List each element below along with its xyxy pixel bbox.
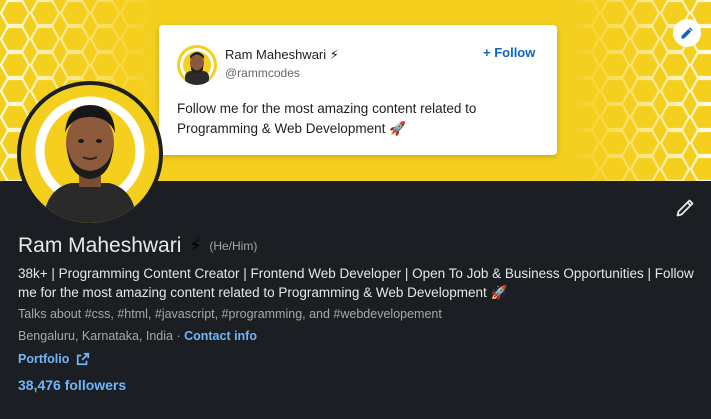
- talks-about: Talks about #css, #html, #javascript, #p…: [18, 307, 442, 321]
- banner-card: Ram Maheshwari ⚡ @rammcodes + Follow Fol…: [159, 25, 557, 155]
- contact-info-link[interactable]: Contact info: [184, 329, 257, 343]
- profile-headline: 38k+ | Programming Content Creator | Fro…: [18, 266, 694, 300]
- card-handle: @rammcodes: [225, 66, 300, 80]
- pencil-icon: [681, 27, 693, 39]
- pencil-icon: [676, 199, 694, 217]
- card-name: Ram Maheshwari ⚡: [225, 47, 339, 63]
- card-name-text: Ram Maheshwari: [225, 47, 327, 62]
- portfolio-label: Portfolio: [18, 352, 70, 366]
- location: Bengaluru, Karnataka, India ·: [18, 329, 185, 343]
- card-avatar: [177, 45, 217, 85]
- portfolio-link[interactable]: Portfolio: [18, 352, 90, 366]
- external-link-icon: [77, 352, 90, 366]
- profile-photo[interactable]: [17, 81, 163, 227]
- card-text: Follow me for the most amazing content r…: [177, 101, 477, 136]
- profile-name: Ram Maheshwari: [18, 234, 182, 257]
- lightning-emoji: ⚡: [329, 47, 339, 62]
- pronouns: (He/Him): [209, 239, 258, 253]
- edit-intro-button[interactable]: [675, 198, 699, 222]
- followers-count[interactable]: 38,476 followers: [18, 377, 126, 393]
- follow-button[interactable]: + Follow: [483, 45, 535, 60]
- profile-name-row: Ram Maheshwari ⚡ (He/Him): [18, 234, 257, 258]
- edit-banner-button[interactable]: [673, 19, 701, 47]
- location-row: Bengaluru, Karnataka, India · Contact in…: [18, 329, 257, 343]
- lightning-emoji: ⚡: [189, 236, 202, 255]
